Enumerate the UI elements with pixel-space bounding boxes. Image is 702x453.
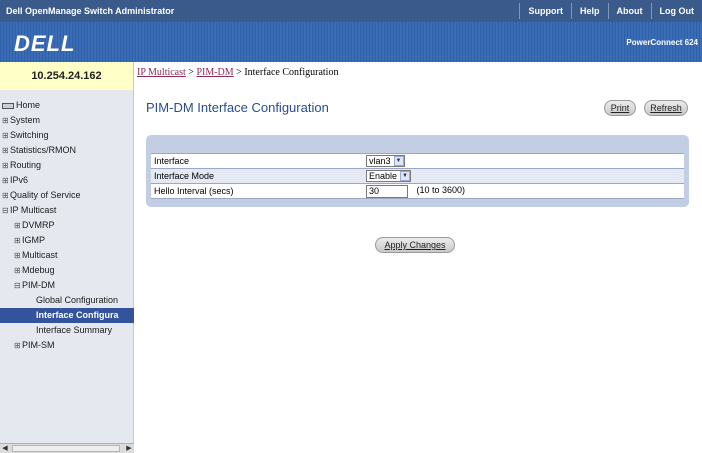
print-button[interactable]: Print [604,100,636,116]
sidebar-item-pim-dm[interactable]: ⊟PIM-DM [0,278,134,293]
collapse-icon: ⊟ [2,206,9,215]
sidebar: Home ⊞System ⊞Switching ⊞Statistics/RMON… [0,90,134,453]
sidebar-item-ipv6[interactable]: ⊞IPv6 [0,173,134,188]
expand-icon: ⊞ [14,266,21,275]
scroll-right-icon[interactable]: ▶ [124,444,134,453]
refresh-button[interactable]: Refresh [644,100,688,116]
interface-mode-select[interactable]: Enable ▼ [366,170,412,182]
interface-label: Interface [151,153,363,169]
scrollbar-thumb[interactable] [12,445,120,452]
expand-icon: ⊞ [2,146,9,155]
sidebar-item-statistics-rmon[interactable]: ⊞Statistics/RMON [0,143,134,158]
sidebar-item-system[interactable]: ⊞System [0,113,134,128]
switch-ip-address: 10.254.24.162 [0,62,134,90]
sidebar-item-quality-of-service[interactable]: ⊞Quality of Service [0,188,134,203]
help-link[interactable]: Help [570,3,608,19]
about-link[interactable]: About [607,3,651,19]
model-name: PowerConnect 624 [626,38,698,47]
brand-banner: DELL PowerConnect 624 [0,22,702,62]
form-row-interface-mode: Interface Mode Enable ▼ [151,168,684,184]
chevron-down-icon: ▼ [393,156,404,166]
breadcrumb-current: Interface Configuration [244,67,339,78]
expand-icon: ⊞ [14,236,21,245]
interface-config-panel: Interface vlan3 ▼ Interface Mode Enable … [146,135,689,207]
sidebar-item-multicast[interactable]: ⊞Multicast [0,248,134,263]
interface-config-form: Interface vlan3 ▼ Interface Mode Enable … [151,153,684,199]
interface-select[interactable]: vlan3 ▼ [366,155,405,167]
sidebar-item-igmp[interactable]: ⊞IGMP [0,233,134,248]
home-icon [2,102,14,109]
breadcrumb: IP Multicast > PIM-DM > Interface Config… [137,67,338,78]
sidebar-horizontal-scrollbar[interactable]: ◀ ▶ [0,443,134,453]
top-links: Support Help About Log Out [519,3,702,19]
sidebar-item-interface-configuration[interactable]: Interface Configura [0,308,134,323]
expand-icon: ⊞ [2,176,9,185]
sidebar-item-routing[interactable]: ⊞Routing [0,158,134,173]
sidebar-item-ip-multicast[interactable]: ⊟IP Multicast [0,203,134,218]
sidebar-item-pim-sm[interactable]: ⊞PIM-SM [0,338,134,353]
expand-icon: ⊞ [2,191,9,200]
expand-icon: ⊞ [14,341,21,350]
logout-link[interactable]: Log Out [650,3,702,19]
support-link[interactable]: Support [519,3,571,19]
dell-logo: DELL [14,31,76,56]
chevron-down-icon: ▼ [400,171,411,181]
hello-interval-label: Hello Interval (secs) [151,183,363,199]
sidebar-item-mdebug[interactable]: ⊞Mdebug [0,263,134,278]
app-title: Dell OpenManage Switch Administrator [6,6,175,16]
breadcrumb-pim-dm[interactable]: PIM-DM [196,67,233,78]
form-row-interface: Interface vlan3 ▼ [151,153,684,169]
nav-tree: Home ⊞System ⊞Switching ⊞Statistics/RMON… [0,98,134,353]
page-title: PIM-DM Interface Configuration [146,100,329,115]
expand-icon: ⊞ [2,161,9,170]
sidebar-item-home[interactable]: Home [0,98,134,113]
sidebar-item-interface-summary[interactable]: Interface Summary [0,323,134,338]
breadcrumb-separator: > [185,67,197,78]
sidebar-item-switching[interactable]: ⊞Switching [0,128,134,143]
interface-mode-label: Interface Mode [151,168,363,184]
sidebar-item-global-configuration[interactable]: Global Configuration [0,293,134,308]
hello-interval-input[interactable]: 30 [366,184,408,198]
expand-icon: ⊞ [14,221,21,230]
expand-icon: ⊞ [2,131,9,140]
apply-changes-button[interactable]: Apply Changes [375,237,455,253]
breadcrumb-ip-multicast[interactable]: IP Multicast [137,67,186,78]
breadcrumb-separator: > [233,67,245,78]
top-bar: Dell OpenManage Switch Administrator Sup… [0,0,702,22]
collapse-icon: ⊟ [14,281,21,290]
expand-icon: ⊞ [14,251,21,260]
expand-icon: ⊞ [2,116,9,125]
sidebar-item-dvmrp[interactable]: ⊞DVMRP [0,218,134,233]
scroll-left-icon[interactable]: ◀ [0,444,10,453]
form-row-hello-interval: Hello Interval (secs) 30 (10 to 3600) [151,183,684,199]
hello-interval-range: (10 to 3600) [416,185,466,196]
